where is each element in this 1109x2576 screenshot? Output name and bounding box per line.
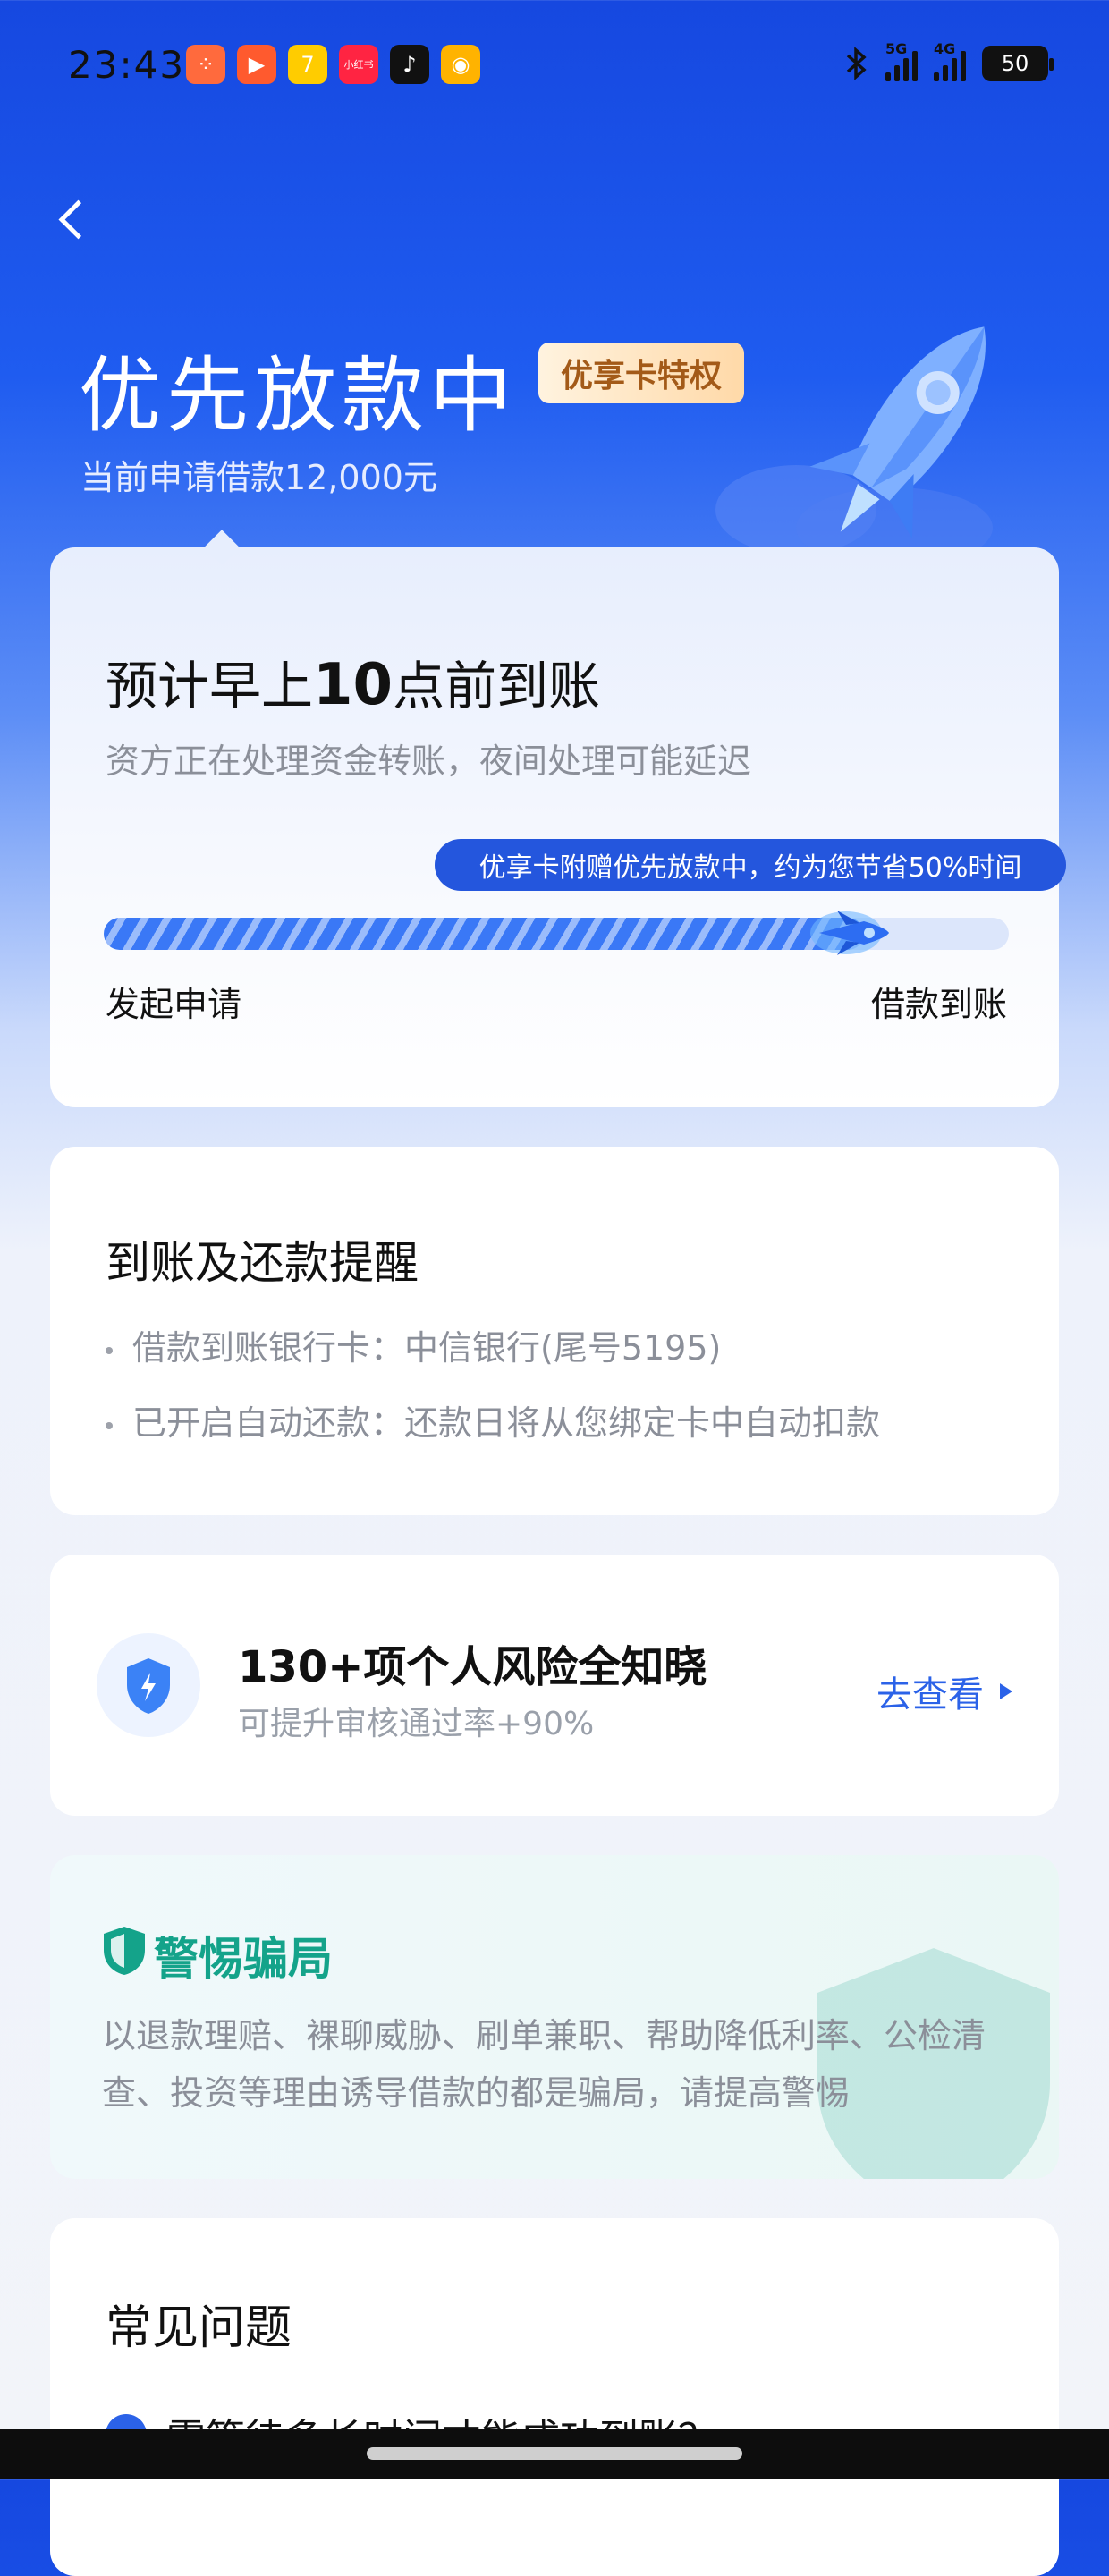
fraud-warning-title: 警惕骗局	[154, 1933, 333, 1985]
back-icon[interactable]	[50, 193, 95, 247]
risk-subtitle: 可提升审核通过率+90%	[238, 1706, 595, 1742]
time-saving-tooltip: 优享卡附赠优先放款中，约为您节省50%时间	[435, 839, 1066, 891]
app-icon-2: ▶	[237, 45, 276, 84]
status-right: 5G 4G 50	[842, 40, 1054, 82]
rocket-illustration	[715, 326, 993, 568]
progress-rocket-icon	[810, 911, 889, 955]
progress-track	[104, 911, 1009, 955]
fraud-warning-text: 以退款理赔、裸聊威胁、刷单兼职、帮助降低利率、公检清查、投资等理由诱导借款的都是…	[102, 2016, 986, 2113]
system-navigation-bar	[0, 2429, 1109, 2479]
vip-badge: 优享卡特权	[538, 343, 744, 403]
safety-shield-icon	[104, 1927, 145, 1975]
battery-icon: 50	[982, 46, 1054, 81]
bluetooth-icon	[846, 47, 867, 80]
reminder-card: 到账及还款提醒 借款到账银行卡：中信银行(尾号5195) 已开启自动还款：还款日…	[50, 1147, 1059, 1515]
progress-end-label: 借款到账	[870, 985, 1007, 1024]
home-indicator[interactable]	[367, 2447, 742, 2460]
progress-fill	[104, 918, 864, 950]
estimate-prefix: 预计早上	[106, 656, 314, 716]
triangle-right-icon	[1000, 1683, 1012, 1699]
view-risk-button[interactable]: 去查看	[876, 1665, 1012, 1717]
reminder-auto-repay-row: 已开启自动还款：还款日将从您绑定卡中自动扣款	[106, 1395, 880, 1445]
reminder-bank-card-row: 借款到账银行卡：中信银行(尾号5195)	[106, 1320, 721, 1369]
network-label-5g: 5G	[885, 40, 908, 57]
arrival-progress-card: 预计早上10点前到账 资方正在处理资金转账，夜间处理可能延迟 优享卡附赠优先放款…	[50, 530, 1066, 1107]
view-risk-label: 去查看	[876, 1674, 984, 1716]
risk-shield-icon	[97, 1633, 200, 1737]
estimate-hour: 10	[313, 652, 394, 718]
app-icon-4: 小红书	[339, 45, 378, 84]
risk-title: 130+项个人风险全知晓	[238, 1642, 707, 1692]
arrival-description: 资方正在处理资金转账，夜间处理可能延迟	[106, 741, 752, 781]
status-bar: 23:43 ⁘ ▶ 7 小红书 ♪ ◉ 5G 4G 50	[0, 0, 1109, 134]
faq-title: 常见问题	[106, 2301, 292, 2355]
signal-5g-icon: 5G	[885, 40, 918, 81]
risk-check-card[interactable]: 130+项个人风险全知晓 可提升审核通过率+90% 去查看	[50, 1555, 1059, 1816]
reminder-bank-card-text: 借款到账银行卡：中信银行(尾号5195)	[132, 1328, 722, 1368]
progress-start-label: 发起申请	[106, 985, 242, 1024]
app-icon-3: 7	[288, 45, 327, 84]
network-label-4g: 4G	[934, 40, 956, 57]
bullet-icon	[106, 1346, 113, 1354]
estimate-suffix: 点前到账	[393, 656, 601, 716]
reminder-auto-repay-text: 已开启自动还款：还款日将从您绑定卡中自动扣款	[132, 1403, 881, 1443]
fraud-warning-card: 警惕骗局 以退款理赔、裸聊威胁、刷单兼职、帮助降低利率、公检清查、投资等理由诱导…	[50, 1855, 1059, 2179]
faq-card: 常见问题 需等待多长时间才能成功到账？	[50, 2218, 1059, 2576]
reminder-title: 到账及还款提醒	[106, 1237, 419, 1289]
loan-amount-text: 当前申请借款12,000元	[80, 458, 437, 497]
status-time: 23:43	[68, 43, 186, 87]
app-icon-6: ◉	[441, 45, 480, 84]
card-notch	[204, 530, 240, 565]
page-title: 优先放款中	[79, 348, 518, 444]
signal-4g-icon: 4G	[934, 40, 966, 81]
app-icon-5: ♪	[390, 45, 429, 84]
bullet-icon	[106, 1421, 113, 1429]
app-icon-1: ⁘	[186, 45, 225, 84]
arrival-estimate-title: 预计早上10点前到账	[106, 644, 600, 719]
